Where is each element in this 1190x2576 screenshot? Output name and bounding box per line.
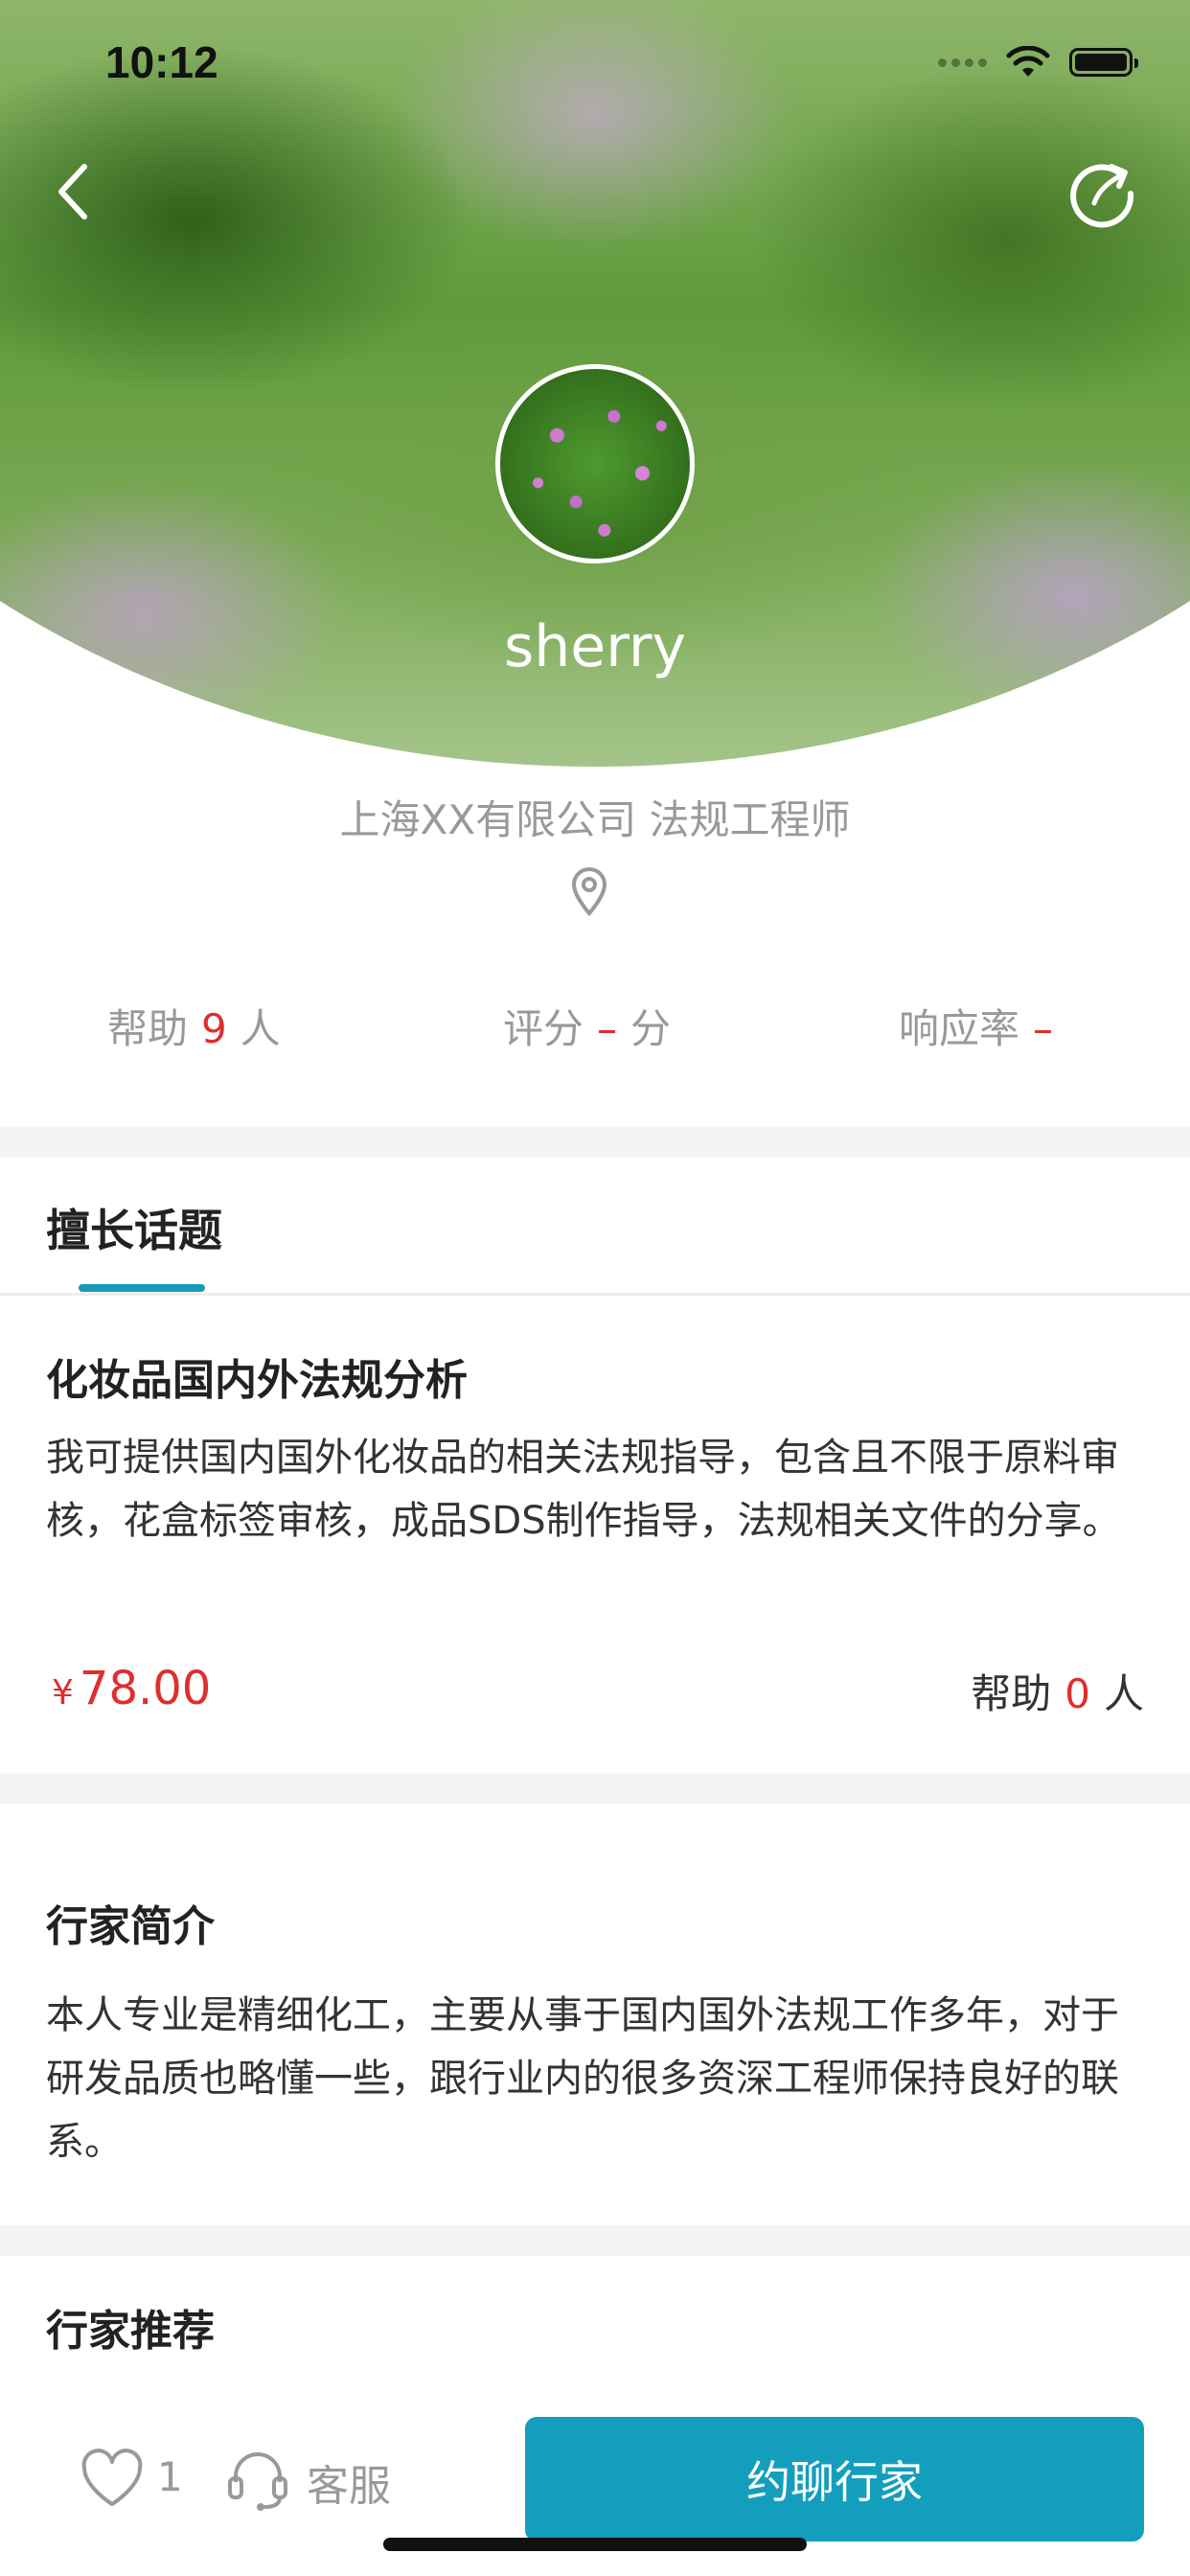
topic-price: ¥78.00 [52,1662,211,1715]
topic-help-value: 0 [1064,1670,1090,1717]
stat-help-label: 帮助 [107,1005,189,1052]
topic-help-unit: 人 [1103,1670,1144,1717]
stat-rating-unit: 分 [630,1005,672,1052]
stat-help: 帮助 9 人 [107,997,281,1055]
customer-service-button[interactable]: 客服 [307,2451,391,2513]
intro-title: 行家简介 [46,1902,215,1951]
status-time: 10:12 [105,37,218,87]
tab-active-indicator [79,1284,205,1292]
stat-help-value: 9 [201,1005,227,1052]
book-chat-button[interactable]: 约聊行家 [525,2417,1144,2542]
stat-response-value: – [1033,1005,1054,1052]
section-divider [0,1773,1190,1804]
tab-divider [0,1293,1190,1296]
location-pin-icon [571,867,607,916]
currency-symbol: ¥ [52,1673,74,1713]
stats-row: 帮助 9 人 评分 – 分 响应率 – [0,997,1190,1064]
stat-rating-label: 评分 [503,1005,584,1052]
profile-name: sherry [504,613,686,680]
topic-help-count: 帮助 0 人 [971,1662,1144,1720]
stat-rating-value: – [597,1005,618,1052]
topic-description: 我可提供国内国外化妆品的相关法规指导，包含且不限于原料审核，花盒标签审核，成品S… [46,1436,1121,1543]
share-icon[interactable] [1064,153,1140,230]
stat-response-label: 响应率 [899,1005,1020,1052]
like-count: 1 [157,2453,183,2500]
price-value: 78.00 [79,1662,212,1715]
stat-response: 响应率 – [899,997,1066,1055]
battery-icon [1069,48,1138,77]
wifi-icon [1006,46,1050,77]
status-icons [938,46,1138,79]
tab-topics[interactable]: 擅长话题 [46,1196,222,1259]
recommend-title: 行家推荐 [46,2307,215,2356]
intro-text: 本人专业是精细化工，主要从事于国内国外法规工作多年，对于研发品质也略懂一些，跟行… [46,1993,1119,2164]
home-indicator [383,2538,807,2551]
heart-icon[interactable] [79,2449,146,2510]
topic-title[interactable]: 化妆品国内外法规分析 [46,1346,468,1407]
company-title: 上海XX有限公司 法规工程师 [339,796,851,843]
section-divider [0,2225,1190,2256]
section-divider [0,1127,1190,1158]
avatar[interactable] [495,364,695,564]
stat-help-unit: 人 [240,1005,281,1052]
signal-icon [938,58,987,67]
stat-rating: 评分 – 分 [503,997,671,1055]
back-icon[interactable] [46,153,103,230]
topic-help-label: 帮助 [971,1670,1052,1717]
headset-icon[interactable] [226,2446,289,2513]
